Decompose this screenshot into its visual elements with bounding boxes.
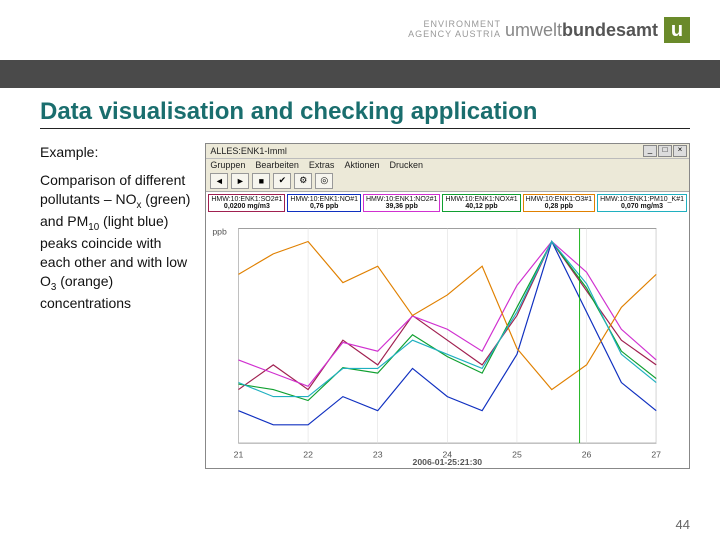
series-box[interactable]: HMW:10:ENK1:NOX#140,12 ppb: [442, 194, 520, 213]
brand-main: umweltbundesamt: [505, 20, 658, 41]
page-title: Data visualisation and checking applicat…: [40, 98, 690, 129]
check-icon[interactable]: ✔: [273, 173, 291, 189]
menu-item[interactable]: Extras: [309, 160, 335, 170]
header-accent-bar: [0, 60, 720, 88]
header: ENVIRONMENT AGENCY AUSTRIA umweltbundesa…: [0, 0, 720, 60]
gear-icon[interactable]: ⚙: [294, 173, 312, 189]
menu-item[interactable]: Aktionen: [344, 160, 379, 170]
window-title: ALLES:ENK1-Imml: [208, 146, 642, 156]
menu-item[interactable]: Gruppen: [210, 160, 245, 170]
close-icon[interactable]: ×: [673, 145, 687, 157]
description-column: Example: Comparison of different polluta…: [40, 143, 191, 314]
brand-badge-icon: u: [664, 17, 690, 43]
arrow-left-icon[interactable]: ◄: [210, 173, 228, 189]
minimize-icon[interactable]: _: [643, 145, 657, 157]
svg-text:22: 22: [304, 450, 314, 460]
menu-item[interactable]: Bearbeiten: [255, 160, 299, 170]
example-label: Example:: [40, 143, 191, 162]
maximize-icon[interactable]: □: [658, 145, 672, 157]
app-window: ALLES:ENK1-Imml _ □ × Gruppen Bearbeiten E…: [205, 143, 690, 470]
svg-text:26: 26: [582, 450, 592, 460]
svg-text:25: 25: [512, 450, 522, 460]
line-chart: 21222324252627ppb2006-01-25:21:30: [208, 216, 687, 466]
stop-icon[interactable]: ■: [252, 173, 270, 189]
svg-text:ppb: ppb: [213, 227, 228, 237]
svg-text:2006-01-25:21:30: 2006-01-25:21:30: [413, 457, 483, 466]
series-legend-row: HMW:10:ENK1:SO2#10,0200 mg/m3HMW:10:ENK1…: [206, 192, 689, 215]
series-box[interactable]: HMW:10:ENK1:NO#10,76 ppb: [287, 194, 361, 213]
series-box[interactable]: HMW:10:ENK1:SO2#10,0200 mg/m3: [208, 194, 285, 213]
series-box[interactable]: HMW:10:ENK1:PM10_K#10,070 mg/m3: [597, 194, 687, 213]
svg-text:27: 27: [652, 450, 662, 460]
series-box[interactable]: HMW:10:ENK1:NO2#139,36 ppb: [363, 194, 440, 213]
chart-area[interactable]: 21222324252627ppb2006-01-25:21:30: [206, 214, 689, 468]
page-number: 44: [676, 517, 690, 532]
svg-text:21: 21: [234, 450, 244, 460]
toolbar: ◄►■✔⚙◎: [206, 171, 689, 192]
svg-text:23: 23: [373, 450, 383, 460]
menu-item[interactable]: Drucken: [389, 160, 423, 170]
brand-logo: ENVIRONMENT AGENCY AUSTRIA umweltbundesa…: [408, 17, 690, 43]
menubar: Gruppen Bearbeiten Extras Aktionen Drucken: [206, 159, 689, 171]
arrow-right-icon[interactable]: ►: [231, 173, 249, 189]
brand-small: ENVIRONMENT AGENCY AUSTRIA: [408, 20, 501, 40]
target-icon[interactable]: ◎: [315, 173, 333, 189]
series-box[interactable]: HMW:10:ENK1:O3#10,28 ppb: [523, 194, 595, 213]
description-text: Comparison of different pollutants – NOx…: [40, 171, 191, 313]
window-titlebar[interactable]: ALLES:ENK1-Imml _ □ ×: [206, 144, 689, 159]
